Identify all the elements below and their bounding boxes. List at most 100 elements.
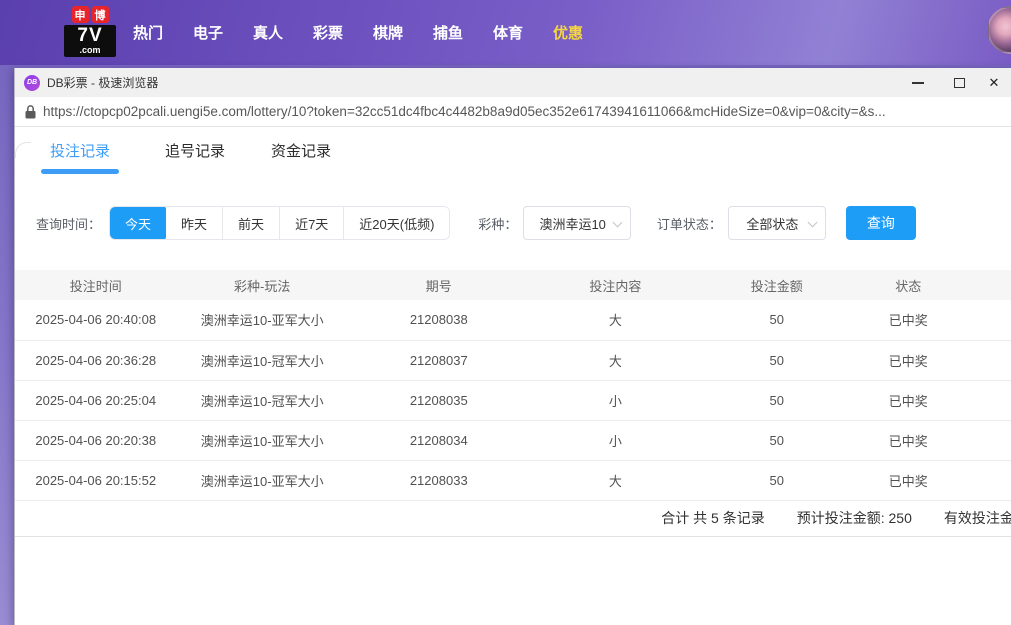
tab-fund-records-label: 资金记录 xyxy=(271,143,331,160)
status-badge: 已中奖 xyxy=(852,340,1011,380)
maximize-icon xyxy=(954,78,965,88)
order-status-select[interactable]: 全部状态 xyxy=(728,206,826,240)
status-badge: 已中奖 xyxy=(852,420,1011,460)
table-row: 2025-04-06 20:36:28 澳洲幸运10-冠军大小 21208037… xyxy=(15,340,1011,380)
chevron-down-icon xyxy=(612,218,622,228)
nav-item-lottery[interactable]: 彩票 xyxy=(313,22,343,43)
logo-suffix-text: .com xyxy=(66,46,114,55)
record-tabs: 投注记录 追号记录 资金记录 xyxy=(15,140,1011,184)
cell-game-play: 澳洲幸运10-冠军大小 xyxy=(176,340,348,380)
cell-bet-time: 2025-04-06 20:40:08 xyxy=(15,300,176,340)
close-button[interactable]: ✕ xyxy=(981,68,1007,97)
logo-wordmark: 7V .com xyxy=(64,25,116,57)
logo-badge-right: 博 xyxy=(92,6,109,23)
bet-records-table: 投注时间 彩种-玩法 期号 投注内容 投注金额 状态 2025-04-06 20… xyxy=(15,270,1011,501)
cell-bet-time: 2025-04-06 20:25:04 xyxy=(15,380,176,420)
browser-address-bar[interactable]: https://ctopcp02pcali.uengi5e.com/lotter… xyxy=(15,97,1011,127)
time-filter-today[interactable]: 今天 xyxy=(109,206,167,240)
table-row: 2025-04-06 20:20:38 澳洲幸运10-亚军大小 21208034… xyxy=(15,420,1011,460)
cell-bet-content: 大 xyxy=(530,460,702,500)
cell-bet-content: 大 xyxy=(530,300,702,340)
site-nav-menu: 热门 电子 真人 彩票 棋牌 捕鱼 体育 优惠 xyxy=(133,0,583,65)
cell-bet-time: 2025-04-06 20:20:38 xyxy=(15,420,176,460)
cell-game-play: 澳洲幸运10-亚军大小 xyxy=(176,300,348,340)
maximize-button[interactable] xyxy=(946,68,972,97)
cell-bet-amount: 50 xyxy=(701,420,852,460)
tab-chase-records[interactable]: 追号记录 xyxy=(165,140,225,184)
url-text: https://ctopcp02pcali.uengi5e.com/lotter… xyxy=(43,104,886,119)
site-logo[interactable]: 申 博 7V .com xyxy=(64,6,116,57)
header-bet-time: 投注时间 xyxy=(15,270,176,300)
search-button[interactable]: 查询 xyxy=(846,206,916,240)
cell-bet-amount: 50 xyxy=(701,460,852,500)
active-tab-underline xyxy=(41,169,119,174)
window-title: DB彩票 - 极速浏览器 xyxy=(47,74,158,91)
nav-item-live[interactable]: 真人 xyxy=(253,22,283,43)
screen: { "colors": { "accent_blue": "#1e9df7", … xyxy=(0,0,1011,625)
order-status-label: 订单状态： xyxy=(657,214,722,233)
nav-item-hot[interactable]: 热门 xyxy=(133,22,163,43)
user-avatar[interactable] xyxy=(987,6,1011,54)
summary-expected-amount: 预计投注金额: 250 xyxy=(797,508,912,528)
nav-item-chess[interactable]: 棋牌 xyxy=(373,22,403,43)
cell-bet-content: 大 xyxy=(530,340,702,380)
status-badge: 已中奖 xyxy=(852,380,1011,420)
cell-period: 21208038 xyxy=(348,300,530,340)
filter-bar: 查询时间： 今天 昨天 前天 近7天 近20天(低频) 彩种： 澳洲幸运10 订… xyxy=(15,206,1011,240)
db-lottery-app-icon: DB xyxy=(24,75,40,91)
header-game-play: 彩种-玩法 xyxy=(176,270,348,300)
minimize-icon xyxy=(912,82,924,84)
cell-period: 21208037 xyxy=(348,340,530,380)
tab-chase-records-label: 追号记录 xyxy=(165,143,225,160)
cell-bet-content: 小 xyxy=(530,380,702,420)
time-filter-yesterday[interactable]: 昨天 xyxy=(166,207,222,239)
tab-fund-records[interactable]: 资金记录 xyxy=(271,140,331,184)
browser-titlebar[interactable]: DB DB彩票 - 极速浏览器 ✕ xyxy=(15,68,1011,97)
tab-bet-records-label: 投注记录 xyxy=(50,143,110,160)
cell-period: 21208033 xyxy=(348,460,530,500)
cell-bet-amount: 50 xyxy=(701,300,852,340)
summary-row: 合计 共 5 条记录 预计投注金额: 250 有效投注金额: 250 xyxy=(15,501,1011,537)
page-content: 投注记录 追号记录 资金记录 查询时间： 今天 昨天 前天 近7天 近20天(低… xyxy=(15,140,1011,625)
nav-item-slots[interactable]: 电子 xyxy=(193,22,223,43)
time-filter-7days[interactable]: 近7天 xyxy=(279,207,343,239)
cell-game-play: 澳洲幸运10-冠军大小 xyxy=(176,380,348,420)
table-row: 2025-04-06 20:25:04 澳洲幸运10-冠军大小 21208035… xyxy=(15,380,1011,420)
table-header-row: 投注时间 彩种-玩法 期号 投注内容 投注金额 状态 xyxy=(15,270,1011,300)
header-status: 状态 xyxy=(852,270,1011,300)
browser-window: DB DB彩票 - 极速浏览器 ✕ https://ctopcp02pcali.… xyxy=(14,68,1011,625)
lottery-type-label: 彩种： xyxy=(478,214,517,233)
cell-game-play: 澳洲幸运10-亚军大小 xyxy=(176,460,348,500)
chevron-down-icon xyxy=(807,218,817,228)
logo-badge-left: 申 xyxy=(72,6,89,23)
cell-period: 21208034 xyxy=(348,420,530,460)
logo-badges: 申 博 xyxy=(64,6,116,23)
summary-valid-amount: 有效投注金额: 250 xyxy=(944,508,1011,528)
cell-game-play: 澳洲幸运10-亚军大小 xyxy=(176,420,348,460)
lottery-type-select[interactable]: 澳洲幸运10 xyxy=(523,206,630,240)
tab-bet-records[interactable]: 投注记录 xyxy=(41,140,119,184)
status-badge: 已中奖 xyxy=(852,300,1011,340)
time-filter-20days[interactable]: 近20天(低频) xyxy=(343,207,449,239)
table-row: 2025-04-06 20:40:08 澳洲幸运10-亚军大小 21208038… xyxy=(15,300,1011,340)
nav-item-fishing[interactable]: 捕鱼 xyxy=(433,22,463,43)
order-status-value: 全部状态 xyxy=(746,214,798,233)
lock-icon xyxy=(25,105,36,119)
cell-bet-amount: 50 xyxy=(701,380,852,420)
minimize-button[interactable] xyxy=(905,68,931,97)
table-row: 2025-04-06 20:15:52 澳洲幸运10-亚军大小 21208033… xyxy=(15,460,1011,500)
summary-total-records: 合计 共 5 条记录 xyxy=(661,508,764,528)
time-filter-day-before[interactable]: 前天 xyxy=(222,207,279,239)
cell-bet-amount: 50 xyxy=(701,340,852,380)
site-navbar: 申 博 7V .com 热门 电子 真人 彩票 棋牌 捕鱼 体育 优惠 xyxy=(0,0,1011,65)
cell-bet-time: 2025-04-06 20:36:28 xyxy=(15,340,176,380)
nav-item-promo[interactable]: 优惠 xyxy=(553,22,583,43)
status-badge: 已中奖 xyxy=(852,460,1011,500)
lottery-type-value: 澳洲幸运10 xyxy=(539,214,605,233)
cell-period: 21208035 xyxy=(348,380,530,420)
header-period: 期号 xyxy=(348,270,530,300)
cell-bet-time: 2025-04-06 20:15:52 xyxy=(15,460,176,500)
time-filter-group: 今天 昨天 前天 近7天 近20天(低频) xyxy=(109,206,450,240)
header-bet-amount: 投注金额 xyxy=(701,270,852,300)
nav-item-sports[interactable]: 体育 xyxy=(493,22,523,43)
